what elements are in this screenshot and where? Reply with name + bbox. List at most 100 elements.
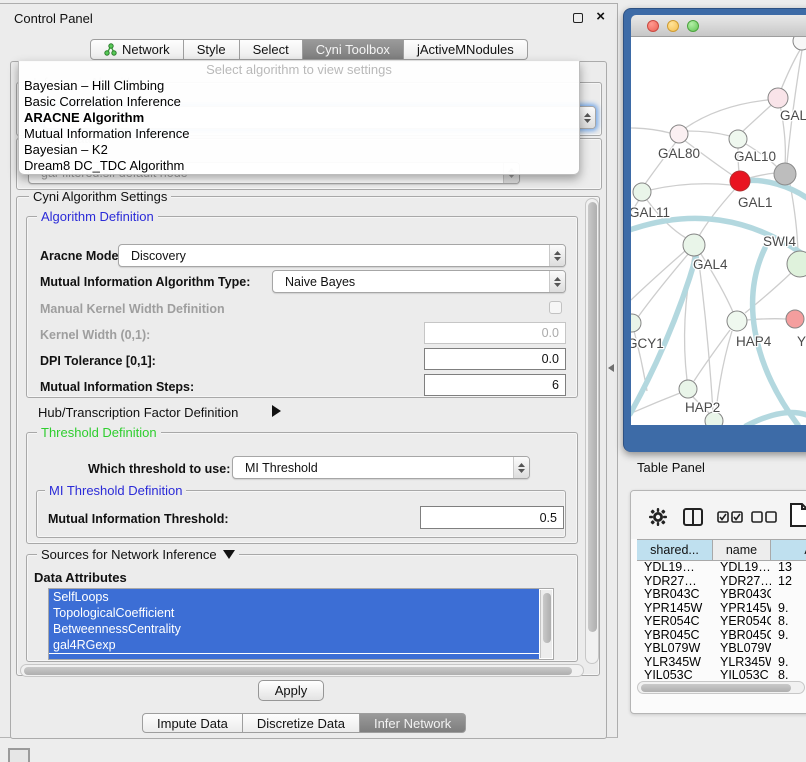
mi-type-combo[interactable]: Naive Bayes	[272, 270, 566, 293]
threshold-definition-title: Threshold Definition	[37, 425, 161, 440]
tab-discretize-data[interactable]: Discretize Data	[243, 713, 360, 733]
table-row[interactable]: YLR345WYLR345W9.	[637, 656, 806, 670]
zoom-window-icon[interactable]	[687, 20, 699, 32]
table-row[interactable]: YBL079WYBL079W	[637, 642, 806, 656]
select-all-checkboxes-icon[interactable]	[717, 511, 743, 523]
network-edge[interactable]	[687, 131, 730, 136]
network-node-y[interactable]	[786, 310, 804, 328]
table-row[interactable]: YBR045CYBR045C9.	[637, 629, 806, 643]
expand-arrow-icon[interactable]	[272, 405, 281, 417]
settings-horizontal-scrollbar[interactable]	[20, 664, 584, 677]
table-column-header[interactable]: A	[771, 540, 806, 561]
settings-vertical-thumb[interactable]	[588, 202, 597, 632]
network-edge[interactable]	[684, 99, 778, 129]
network-node-gal11[interactable]	[633, 183, 651, 201]
tab-jactivemnodules[interactable]: jActiveMNodules	[404, 39, 528, 60]
network-node-gal2[interactable]	[768, 88, 788, 108]
minimize-window-icon[interactable]	[667, 20, 679, 32]
network-node-gal80[interactable]	[670, 125, 688, 143]
table-row[interactable]: YDL19…YDL19…13	[637, 561, 806, 575]
tab-cyni-toolbox[interactable]: Cyni Toolbox	[303, 39, 404, 60]
network-node[interactable]	[774, 163, 796, 185]
network-node[interactable]	[793, 37, 806, 50]
minimized-panel-icon[interactable]	[8, 748, 30, 762]
algorithm-option[interactable]: Bayesian – K2	[19, 142, 579, 158]
new-table-icon[interactable]	[789, 503, 806, 527]
table-row[interactable]: YPR145WYPR145W9.	[637, 602, 806, 616]
data-attribute-item[interactable]: SelfLoops	[49, 589, 539, 605]
float-panel-icon[interactable]	[573, 13, 583, 23]
table-cell: YBL079W	[713, 642, 771, 656]
network-edge[interactable]	[749, 173, 775, 178]
tab-impute-data[interactable]: Impute Data	[142, 713, 243, 733]
tab-infer-network[interactable]: Infer Network	[360, 713, 466, 733]
aracne-mode-combo[interactable]: Discovery	[118, 244, 566, 267]
network-edge[interactable]	[698, 255, 713, 412]
combo-value: MI Threshold	[233, 461, 513, 475]
hub-definition-label[interactable]: Hub/Transcription Factor Definition	[38, 405, 238, 420]
table-row[interactable]: YBR043CYBR043C	[637, 588, 806, 602]
deselect-all-checkboxes-icon[interactable]	[751, 511, 777, 523]
tab-select[interactable]: Select	[240, 39, 303, 60]
network-node-gal4[interactable]	[683, 234, 705, 256]
table-column-header[interactable]: name	[713, 540, 771, 561]
data-attributes-list[interactable]: SelfLoopsTopologicalCoefficientBetweenne…	[48, 588, 554, 660]
list-scrollbar-thumb[interactable]	[543, 593, 551, 643]
network-node-gal10[interactable]	[729, 130, 747, 148]
network-edge[interactable]	[631, 251, 685, 300]
network-edge[interactable]	[699, 189, 735, 236]
close-window-icon[interactable]	[647, 20, 659, 32]
algorithm-option[interactable]: Basic Correlation Inference	[19, 94, 579, 110]
table-horizontal-thumb[interactable]	[641, 684, 791, 692]
settings-horizontal-thumb[interactable]	[24, 667, 572, 675]
tab-style[interactable]: Style	[184, 39, 240, 60]
collapse-arrow-icon	[223, 550, 235, 559]
network-node-gal1[interactable]	[730, 171, 750, 191]
sources-title[interactable]: Sources for Network Inference	[37, 547, 239, 562]
settings-vertical-scrollbar[interactable]	[585, 198, 599, 664]
manual-kernel-checkbox[interactable]	[549, 301, 562, 314]
list-scrollbar[interactable]	[540, 590, 552, 658]
network-graph[interactable]: GAL2GAL80GAL10GAL1GAL11SWI4GAL4GCY1HAP4Y…	[631, 37, 806, 425]
close-panel-icon[interactable]: ×	[596, 8, 605, 26]
network-edge[interactable]	[631, 128, 670, 133]
table-cell: YER054C	[713, 615, 771, 629]
screen: Control Panel × Network Style Select Cyn…	[0, 0, 806, 762]
table-panel: shared...nameA YDL19…YDL19…13YDR27…YDR27…	[630, 490, 806, 714]
column-layout-icon[interactable]	[683, 508, 703, 526]
algorithm-option[interactable]: ARACNE Algorithm	[19, 110, 579, 126]
table-cell: YPR145W	[637, 602, 713, 616]
data-attribute-item[interactable]: gal4RGexp	[49, 637, 539, 653]
table-horizontal-scrollbar[interactable]	[637, 681, 805, 694]
tab-label: Infer Network	[374, 716, 451, 731]
apply-button[interactable]: Apply	[258, 680, 324, 701]
tab-network[interactable]: Network	[90, 39, 184, 60]
algorithm-option[interactable]: Bayesian – Hill Climbing	[19, 78, 579, 94]
mi-threshold-field[interactable]: 0.5	[420, 506, 564, 529]
network-edge[interactable]	[650, 184, 731, 190]
network-canvas[interactable]: GAL2GAL80GAL10GAL1GAL11SWI4GAL4GCY1HAP4Y…	[631, 37, 806, 425]
data-attribute-item[interactable]: BetweennessCentrality	[49, 621, 539, 637]
data-attribute-item[interactable]: TopologicalCoefficient	[49, 605, 539, 621]
network-node-swi4[interactable]	[787, 251, 806, 277]
network-titlebar[interactable]	[631, 15, 806, 37]
network-edge[interactable]	[694, 330, 730, 381]
gear-icon[interactable]	[649, 508, 667, 526]
panel-collapse-handle[interactable]	[608, 364, 614, 372]
kernel-width-field[interactable]: 0.0	[424, 322, 566, 344]
mi-threshold-group-title: MI Threshold Definition	[45, 483, 186, 498]
table-column-header[interactable]: shared...	[637, 540, 713, 561]
table-cell: YBR043C	[637, 588, 713, 602]
network-node-gcy1[interactable]	[631, 314, 641, 332]
mi-steps-field[interactable]: 6	[424, 374, 566, 396]
dpi-tolerance-field[interactable]: 0.0	[424, 348, 566, 370]
algorithm-option[interactable]: Mutual Information Inference	[19, 126, 579, 142]
network-edge[interactable]	[787, 50, 802, 163]
field-value: 0.0	[542, 326, 559, 340]
table-row[interactable]: YDR27…YDR27…12	[637, 575, 806, 589]
network-node-hap2[interactable]	[679, 380, 697, 398]
network-node-hap4[interactable]	[727, 311, 747, 331]
which-threshold-combo[interactable]: MI Threshold	[232, 456, 530, 479]
table-row[interactable]: YER054CYER054C8.	[637, 615, 806, 629]
algorithm-option[interactable]: Dream8 DC_TDC Algorithm	[19, 158, 579, 174]
